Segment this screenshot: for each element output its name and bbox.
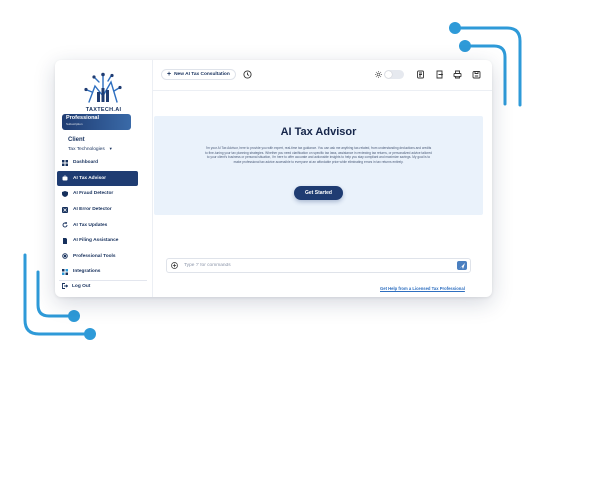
- hero-panel: AI Tax Advisor I'm your AI Tax Advisor, …: [154, 116, 483, 215]
- sidebar-item-dashboard[interactable]: Dashboard: [57, 155, 151, 171]
- sidebar: TAXTECH.AI THE FUTURE OF TAX IS HERE Pro…: [55, 60, 153, 297]
- app-window: TAXTECH.AI THE FUTURE OF TAX IS HERE Pro…: [55, 60, 492, 297]
- add-attachment-icon[interactable]: [171, 262, 178, 269]
- error-icon: [62, 206, 68, 213]
- sidebar-item-professional-tools[interactable]: Professional Tools: [57, 249, 151, 265]
- sidebar-item-label: Dashboard: [73, 160, 99, 166]
- sidebar-divider: [59, 280, 147, 281]
- logout-icon: [62, 283, 68, 289]
- send-icon: [459, 262, 465, 269]
- save-icon[interactable]: [472, 70, 481, 79]
- sidebar-item-ai-error-detector[interactable]: AI Error Detector: [57, 202, 151, 218]
- logout-label: Log Out: [72, 283, 91, 289]
- sidebar-item-label: AI Tax Updates: [73, 222, 108, 228]
- refresh-icon[interactable]: [416, 70, 425, 79]
- sidebar-item-label: AI Error Detector: [73, 207, 112, 213]
- taxtech-logo: [84, 72, 122, 103]
- plus-icon: +: [167, 71, 172, 78]
- sidebar-item-ai-fraud-detector[interactable]: AI Fraud Detector: [57, 186, 151, 202]
- hero-description: I'm your AI Tax Advisor, here to provide…: [205, 146, 432, 164]
- sidebar-item-label: AI Fraud Detector: [73, 191, 114, 197]
- sidebar-item-integrations[interactable]: Integrations: [57, 264, 151, 280]
- plan-subtitle: Subscription: [66, 122, 83, 126]
- sun-icon: [375, 71, 382, 78]
- shield-icon: [62, 190, 68, 197]
- client-label: Client: [68, 137, 85, 143]
- send-button[interactable]: [457, 261, 467, 270]
- grid-icon: [62, 159, 68, 166]
- sidebar-item-ai-tax-advisor[interactable]: AI Tax Advisor: [57, 170, 138, 187]
- theme-toggle[interactable]: [384, 70, 404, 79]
- refresh-icon: [62, 222, 68, 228]
- help-link[interactable]: Get Help from a Licensed Tax Professiona…: [380, 286, 465, 291]
- integrations-icon: [62, 268, 68, 275]
- sidebar-item-label: AI Filing Assistance: [73, 238, 119, 244]
- print-icon[interactable]: [453, 70, 462, 79]
- chat-input[interactable]: [184, 261, 444, 270]
- sidebar-item-ai-filing-assistance[interactable]: AI Filing Assistance: [57, 233, 151, 249]
- sidebar-item-label: Professional Tools: [73, 253, 116, 259]
- new-consultation-label: New AI Tax Consultation: [174, 72, 230, 77]
- hero-title: AI Tax Advisor: [280, 126, 357, 138]
- client-select[interactable]: Tax Technologies ▼: [68, 146, 113, 152]
- sidebar-item-label: AI Tax Advisor: [73, 175, 107, 181]
- sidebar-item-label: Integrations: [73, 269, 101, 275]
- new-consultation-button[interactable]: + New AI Tax Consultation: [161, 69, 236, 80]
- document-icon: [62, 237, 68, 244]
- plan-badge[interactable]: Professional Subscription: [62, 114, 131, 130]
- get-started-button[interactable]: Get Started: [294, 186, 343, 200]
- chat-input-box: [166, 258, 471, 273]
- sidebar-nav: Dashboard AI Tax Advisor AI Fraud Detect…: [57, 155, 151, 280]
- logo-text: TAXTECH.AI: [85, 107, 122, 113]
- robot-icon: [62, 175, 68, 181]
- export-icon[interactable]: [435, 70, 444, 79]
- sidebar-item-ai-tax-updates[interactable]: AI Tax Updates: [57, 217, 151, 233]
- top-toolbar: + New AI Tax Consultation: [153, 60, 492, 91]
- logout-button[interactable]: Log Out: [62, 283, 90, 289]
- tools-icon: [62, 253, 68, 260]
- caret-down-icon: ▼: [108, 146, 113, 151]
- client-value: Tax Technologies: [68, 147, 105, 152]
- history-icon[interactable]: [243, 70, 252, 79]
- plan-title: Professional: [66, 115, 100, 121]
